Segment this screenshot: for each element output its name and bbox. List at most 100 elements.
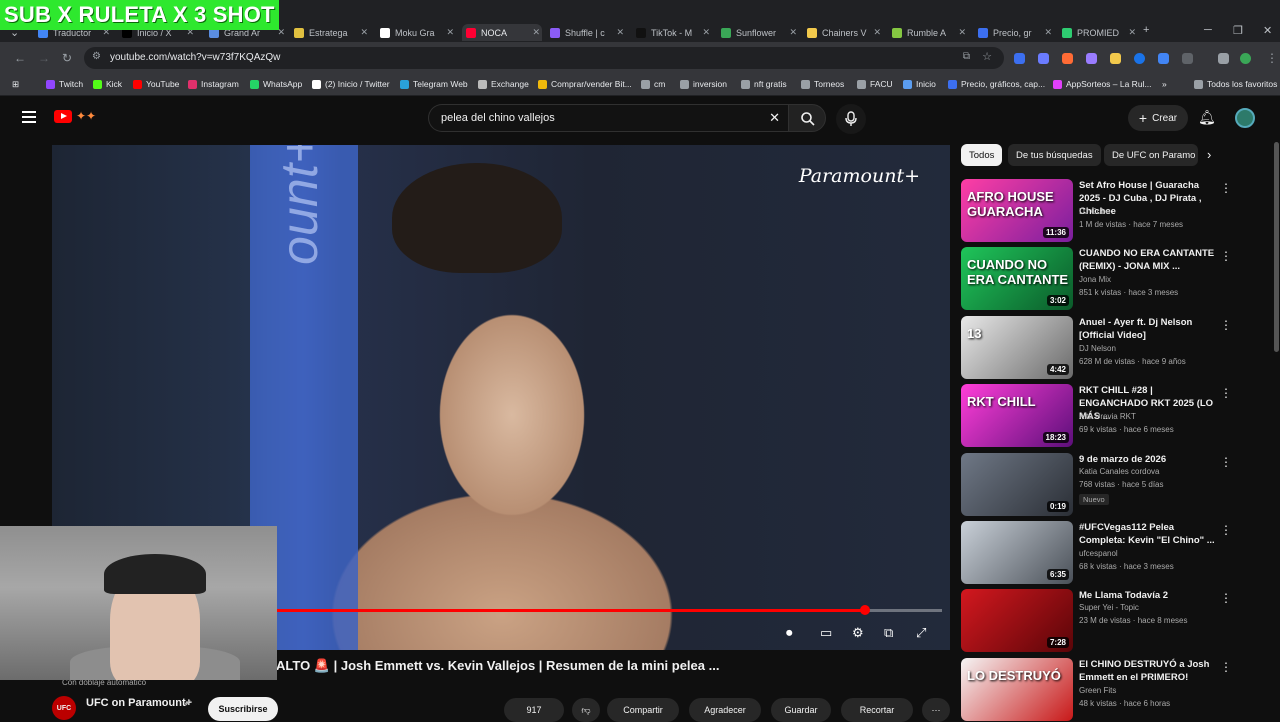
more-actions-button[interactable]: ⋯ <box>922 698 950 722</box>
close-tab-icon[interactable]: ✕ <box>616 27 624 38</box>
channel-name[interactable]: DJ Cuba <box>1079 207 1110 216</box>
video-thumbnail[interactable]: LO DESTRUYÓ <box>961 657 1073 721</box>
bookmark-item[interactable]: Instagram <box>188 79 239 89</box>
reading-list-icon[interactable] <box>1218 53 1229 64</box>
bookmark-item[interactable]: WhatsApp <box>250 79 302 89</box>
new-tab-button[interactable]: + <box>1143 24 1149 36</box>
extensions-puzzle-icon[interactable] <box>1182 53 1193 64</box>
video-thumbnail[interactable]: 6:35 <box>961 521 1073 584</box>
extension-icon[interactable] <box>1086 53 1097 64</box>
video-title[interactable]: CUANDO NO ERA CANTANTE (REMIX) - JONA MI… <box>1079 247 1215 273</box>
video-thumbnail[interactable]: RKT CHILL 18:23 <box>961 384 1073 448</box>
hamburger-menu-icon[interactable] <box>22 111 36 123</box>
bookmark-item[interactable]: AppSorteos – La Rul... <box>1053 79 1152 89</box>
channel-name[interactable]: UFC on Paramount+ <box>86 697 192 709</box>
close-tab-icon[interactable]: ✕ <box>789 27 797 38</box>
bookmark-item[interactable]: Comprar/vender Bit... <box>538 79 632 89</box>
video-title[interactable]: El CHINO DESTRUYÓ a Josh Emmett en el PR… <box>1079 658 1215 684</box>
close-tab-icon[interactable]: ✕ <box>702 27 710 38</box>
channel-name[interactable]: Alta Previa RKT <box>1079 412 1136 421</box>
omnibox[interactable]: ⚙ youtube.com/watch?v=w73f7KQAzQw ⧉ ☆ <box>84 47 1004 69</box>
bookmark-item[interactable]: Precio, gráficos, cap... <box>948 79 1045 89</box>
extension-icon[interactable] <box>1134 53 1145 64</box>
autoplay-toggle-icon[interactable]: ⏺ <box>786 625 793 641</box>
account-avatar[interactable] <box>1235 108 1255 128</box>
channel-name[interactable]: DJ Nelson <box>1079 344 1116 353</box>
apps-grid-icon[interactable]: ⊞ <box>12 79 19 90</box>
bookmark-item[interactable]: inversion <box>680 79 727 89</box>
recommended-video[interactable]: AFRO HOUSE GUARACHA 11:36 Set Afro House |… <box>961 179 1261 243</box>
video-thumbnail[interactable]: CUANDO NO ERA CANTANTE 3:02 <box>961 247 1073 311</box>
recommended-video[interactable]: CUANDO NO ERA CANTANTE 3:02 CUANDO NO ERA … <box>961 247 1261 311</box>
browser-tab[interactable]: PROMIED ✕ <box>1058 24 1138 41</box>
create-button[interactable]: + Crear <box>1128 105 1188 131</box>
close-tab-icon[interactable]: ✕ <box>1128 27 1136 38</box>
dislike-button[interactable]: 👎︎ <box>572 698 600 722</box>
close-tab-icon[interactable]: ✕ <box>873 27 881 38</box>
browser-tab[interactable]: Chainers V ✕ <box>803 24 883 41</box>
browser-tab[interactable]: TikTok - M ✕ <box>632 24 712 41</box>
profile-icon[interactable] <box>1240 53 1251 64</box>
close-tab-icon[interactable]: ✕ <box>360 27 368 38</box>
save-button[interactable]: Guardar <box>771 698 831 722</box>
extension-icon[interactable] <box>1158 53 1169 64</box>
extension-icon[interactable] <box>1062 53 1073 64</box>
extension-icon[interactable] <box>1014 53 1025 64</box>
browser-tab[interactable]: Rumble A ✕ <box>888 24 968 41</box>
channel-name[interactable]: Green Fits <box>1079 686 1116 695</box>
bookmark-item[interactable]: nft gratis <box>741 79 787 89</box>
recommended-video[interactable]: 7:28 Me Llama Todavía 2 Super Yei - Topic 2… <box>961 589 1261 653</box>
chip-from-searches[interactable]: De tus búsquedas <box>1008 144 1101 166</box>
bookmark-item[interactable]: Inicio <box>903 79 936 89</box>
subtitles-icon[interactable]: ▭ <box>820 625 832 641</box>
site-info-icon[interactable]: ⚙ <box>92 51 101 62</box>
clear-search-icon[interactable]: ✕ <box>769 110 780 126</box>
progress-scrubber-handle[interactable] <box>860 605 871 615</box>
bookmark-item[interactable]: FACU <box>857 79 893 89</box>
video-title[interactable]: #UFCVegas112 Pelea Completa: Kevin "El C… <box>1079 521 1215 547</box>
close-tab-icon[interactable]: ✕ <box>958 27 966 38</box>
more-options-icon[interactable]: ⋮ <box>1220 318 1232 332</box>
bookmark-item[interactable]: (2) Inicio / Twitter <box>312 79 390 89</box>
more-options-icon[interactable]: ⋮ <box>1220 660 1232 674</box>
bookmarks-overflow-icon[interactable]: » <box>1162 79 1167 89</box>
miniplayer-icon[interactable]: ⧉ <box>884 625 893 641</box>
settings-gear-icon[interactable]: ⚙ <box>852 625 864 641</box>
bookmark-item[interactable]: Telegram Web <box>400 79 468 89</box>
video-title[interactable]: 9 de marzo de 2026 <box>1079 453 1215 466</box>
browser-menu-icon[interactable]: ⋮ <box>1266 51 1278 65</box>
recommended-video[interactable]: 13 4:42 Anuel - Ayer ft. Dj Nelson [Offici… <box>961 315 1261 380</box>
bookmark-item[interactable]: cm <box>641 79 665 89</box>
back-icon[interactable]: ← <box>14 51 26 65</box>
recommended-video[interactable]: RKT CHILL 18:23 RKT CHILL #28 | ENGANCHADO… <box>961 384 1261 448</box>
search-input[interactable]: pelea del chino vallejos <box>441 112 555 124</box>
notifications-bell-icon[interactable]: 🔔︎ <box>1198 109 1216 126</box>
more-options-icon[interactable]: ⋮ <box>1220 249 1232 263</box>
more-options-icon[interactable]: ⋮ <box>1220 181 1232 195</box>
recommended-video[interactable]: LO DESTRUYÓ El CHINO DESTRUYÓ a Josh Emme… <box>961 657 1261 722</box>
extension-icon[interactable] <box>1110 53 1121 64</box>
url-text[interactable]: youtube.com/watch?v=w73f7KQAzQw <box>110 52 280 63</box>
voice-search-button[interactable] <box>836 104 866 134</box>
video-thumbnail[interactable]: 7:28 <box>961 589 1073 653</box>
browser-tab[interactable]: Precio, gr ✕ <box>974 24 1054 41</box>
share-button[interactable]: Compartir <box>607 698 679 722</box>
bookmark-item[interactable]: Twitch <box>46 79 83 89</box>
search-box[interactable]: pelea del chino vallejos ✕ <box>428 104 788 132</box>
bookmark-item[interactable]: Exchange <box>478 79 529 89</box>
bookmark-item[interactable]: YouTube <box>133 79 179 89</box>
like-button[interactable]: 917 <box>504 698 564 722</box>
search-button[interactable] <box>788 104 826 132</box>
bookmark-item[interactable]: Todos los favoritos <box>1194 79 1277 89</box>
browser-tab[interactable]: NOCA ✕ <box>462 24 542 41</box>
video-thumbnail[interactable]: AFRO HOUSE GUARACHA 11:36 <box>961 179 1073 242</box>
more-options-icon[interactable]: ⋮ <box>1220 455 1232 469</box>
more-options-icon[interactable]: ⋮ <box>1220 591 1232 605</box>
video-thumbnail[interactable]: 13 4:42 <box>961 315 1073 379</box>
close-tab-icon[interactable]: ✕ <box>446 27 454 38</box>
browser-tab[interactable]: Moku Gra ✕ <box>376 24 456 41</box>
bookmark-item[interactable]: Kick <box>93 79 122 89</box>
close-tab-icon[interactable]: ✕ <box>532 27 540 38</box>
recommended-video[interactable]: 0:19 9 de marzo de 2026 Katia Canales cord… <box>961 452 1261 517</box>
install-icon[interactable]: ⧉ <box>963 51 970 62</box>
